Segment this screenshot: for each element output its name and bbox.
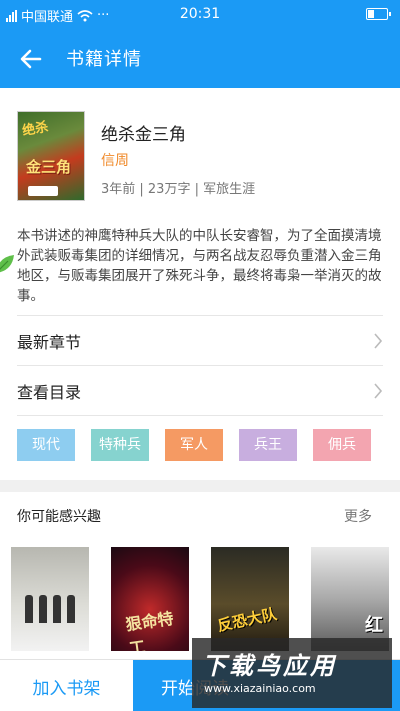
watermark-url: www.xiazainiao.com — [204, 682, 316, 695]
recommend-book-cover[interactable]: 红 — [311, 547, 389, 651]
chevron-right-icon — [374, 383, 383, 399]
leaf-icon — [0, 255, 14, 273]
recommend-book-cover[interactable]: 反恐大队 — [211, 547, 289, 651]
tag-chip[interactable]: 兵王 — [239, 429, 297, 461]
book-cover: 绝杀 金三角 — [17, 111, 85, 201]
book-description: 本书讲述的神鹰特种兵大队的中队长安睿智，为了全面摸清境外武装贩毒集团的详细情况，… — [17, 228, 382, 304]
recommend-book-cover[interactable]: 狠命特工 — [111, 547, 189, 651]
recommend-book-cover[interactable] — [11, 547, 89, 651]
latest-chapter-label: 最新章节 — [17, 333, 82, 352]
watermark: 下载鸟应用 www.xiazainiao.com — [192, 638, 392, 708]
divider — [17, 415, 383, 416]
tag-chip[interactable]: 军人 — [165, 429, 223, 461]
tag-chip[interactable]: 现代 — [17, 429, 75, 461]
recommend-more-link[interactable]: 更多 — [344, 506, 372, 526]
divider — [17, 315, 383, 316]
recommend-list: 狠命特工 反恐大队 红 — [11, 547, 389, 651]
catalog-row[interactable]: 查看目录 — [17, 367, 383, 415]
app-bar: 书籍详情 — [0, 30, 400, 88]
battery-icon — [366, 8, 391, 20]
chevron-right-icon — [374, 333, 383, 349]
recommend-cover-text: 反恐大队 — [215, 604, 279, 636]
latest-chapter-row[interactable]: 最新章节 — [17, 317, 383, 365]
book-cover-art — [28, 186, 58, 196]
recommend-cover-text: 红 — [365, 615, 383, 636]
back-button[interactable] — [16, 44, 46, 74]
book-title: 绝杀金三角 — [101, 125, 186, 145]
status-time: 20:31 — [179, 6, 221, 22]
recommend-cover-text: 狠命特工 — [124, 608, 175, 651]
page-title: 书籍详情 — [66, 49, 142, 70]
book-cover-art: 绝杀 — [21, 119, 50, 140]
catalog-label: 查看目录 — [17, 383, 82, 402]
book-meta: 3年前 | 23万字 | 军旅生涯 — [101, 182, 256, 197]
tag-list: 现代 特种兵 军人 兵王 佣兵 — [17, 429, 387, 461]
recommend-title: 你可能感兴趣 — [17, 509, 101, 525]
tag-chip[interactable]: 佣兵 — [313, 429, 371, 461]
watermark-main: 下载鸟应用 — [202, 652, 337, 680]
book-author[interactable]: 信周 — [101, 150, 129, 170]
section-separator — [0, 480, 400, 492]
book-cover-art: 金三角 — [26, 158, 72, 176]
add-to-shelf-button[interactable]: 加入书架 — [0, 660, 133, 711]
arrow-left-icon — [20, 49, 42, 69]
status-bar: 中国联通 ··· 20:31 — [0, 0, 400, 30]
divider — [17, 365, 383, 366]
tag-chip[interactable]: 特种兵 — [91, 429, 149, 461]
